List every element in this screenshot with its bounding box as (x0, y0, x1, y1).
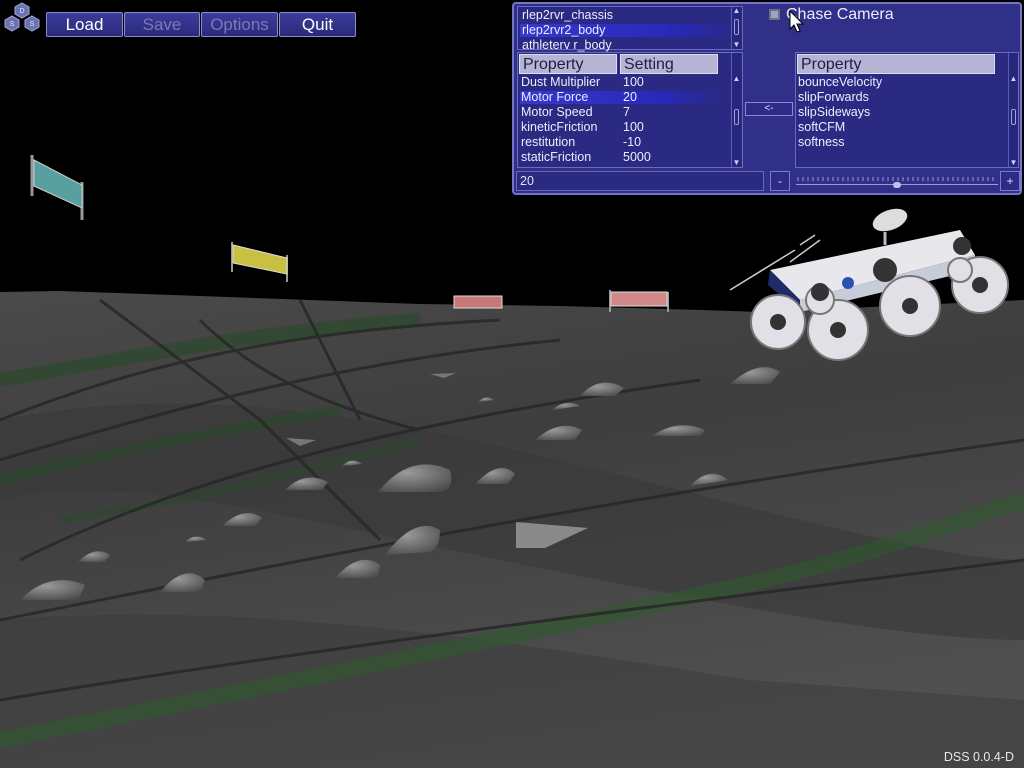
settings-row-property[interactable]: staticFriction (521, 150, 591, 165)
scroll-down-icon[interactable]: ▼ (732, 41, 741, 49)
add-property-button[interactable]: <- (745, 102, 793, 116)
object-list[interactable]: rlep2rvr_chassis rlep2rvr2_body athleter… (517, 6, 743, 53)
save-button[interactable]: Save (124, 12, 200, 37)
logo-letter: S (30, 21, 35, 28)
options-button[interactable]: Options (201, 12, 278, 37)
scroll-thumb[interactable] (734, 19, 739, 35)
settings-table[interactable]: Property Setting Dust Multiplier 100 Mot… (517, 52, 743, 168)
settings-row-property[interactable]: Dust Multiplier (521, 75, 600, 90)
settings-row-value[interactable]: 100 (623, 120, 644, 135)
settings-row-value[interactable]: 5000 (623, 150, 651, 165)
object-list-item[interactable]: athleterv r_body (522, 38, 612, 53)
scroll-down-icon[interactable]: ▼ (732, 159, 741, 167)
available-property-item[interactable]: softCFM (798, 120, 845, 135)
available-property-item[interactable]: slipForwards (798, 90, 869, 105)
available-properties-list[interactable]: Property bounceVelocity slipForwards sli… (795, 52, 1019, 168)
settings-row-property[interactable]: Motor Speed (521, 105, 593, 120)
scroll-down-icon[interactable]: ▼ (1009, 159, 1018, 167)
object-list-item-selected[interactable]: rlep2rvr2_body (522, 23, 605, 38)
settings-row-value[interactable]: 7 (623, 105, 630, 120)
available-property-item[interactable]: softness (798, 135, 845, 150)
scroll-up-icon[interactable]: ▲ (1009, 75, 1018, 83)
scroll-thumb[interactable] (1011, 109, 1016, 125)
settings-header-property: Property (519, 54, 617, 74)
scroll-up-icon[interactable]: ▲ (732, 75, 741, 83)
dss-hex-logo-icon: D S S (4, 2, 40, 32)
property-editor-panel: rlep2rvr_chassis rlep2rvr2_body athleter… (512, 2, 1022, 195)
settings-row-value[interactable]: 100 (623, 75, 644, 90)
slider-ticks (797, 177, 994, 181)
value-input[interactable]: 20 (516, 171, 764, 191)
settings-row-property[interactable]: restitution (521, 135, 575, 150)
settings-row-property[interactable]: kineticFriction (521, 120, 597, 135)
settings-scrollbar[interactable]: ▲ ▼ (731, 53, 741, 167)
banner-3 (453, 295, 503, 309)
settings-header-setting: Setting (620, 54, 718, 74)
mouse-pointer-icon (789, 10, 805, 33)
available-header-property: Property (797, 54, 995, 74)
scroll-thumb[interactable] (734, 109, 739, 125)
settings-row-value[interactable]: -10 (623, 135, 641, 150)
decrement-button[interactable]: - (770, 171, 790, 191)
settings-row-property[interactable]: Motor Force (521, 90, 588, 105)
quit-button[interactable]: Quit (279, 12, 356, 37)
version-label: DSS 0.0.4-D (943, 750, 1014, 764)
available-scrollbar[interactable]: ▲ ▼ (1008, 53, 1018, 167)
object-list-item[interactable]: rlep2rvr_chassis (522, 8, 613, 23)
load-button[interactable]: Load (46, 12, 123, 37)
increment-button[interactable]: + (1000, 171, 1020, 191)
settings-row-value[interactable]: 20 (623, 90, 637, 105)
scroll-up-icon[interactable]: ▲ (732, 7, 741, 15)
logo-letter: D (19, 8, 24, 15)
logo-letter: S (10, 21, 15, 28)
dss-logo: D S S (2, 2, 42, 32)
available-property-item[interactable]: bounceVelocity (798, 75, 882, 90)
object-list-scrollbar[interactable]: ▲ ▼ (731, 7, 741, 49)
available-property-item[interactable]: slipSideways (798, 105, 870, 120)
chase-camera-checkbox[interactable] (769, 9, 780, 20)
